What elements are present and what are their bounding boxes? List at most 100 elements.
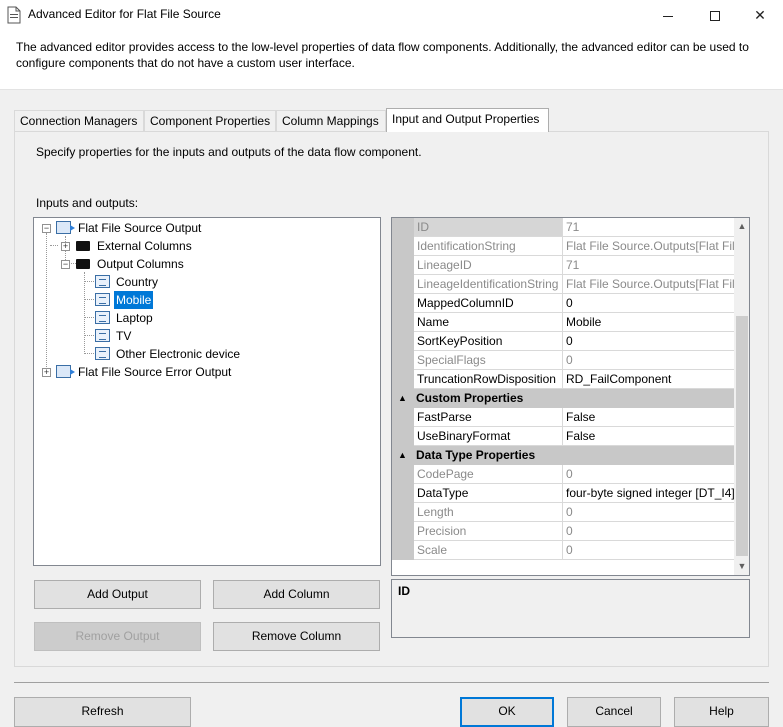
folder-icon xyxy=(76,259,90,269)
inputs-outputs-tree[interactable]: − Flat File Source Output + External Col… xyxy=(33,217,381,566)
tree-node-external-columns[interactable]: External Columns xyxy=(76,237,236,255)
collapse-icon[interactable]: ▲ xyxy=(398,389,407,408)
expander-flat-file-source-output[interactable]: − xyxy=(42,224,51,233)
property-row-length[interactable]: Length 0 xyxy=(392,503,734,522)
property-value[interactable]: 0 xyxy=(563,351,734,370)
property-name: IdentificationString xyxy=(414,237,563,256)
tab-component-properties[interactable]: Component Properties xyxy=(144,110,276,131)
property-name: LineageIdentificationString xyxy=(414,275,563,294)
property-value[interactable]: 0 xyxy=(563,465,734,484)
editor-description: The advanced editor provides access to t… xyxy=(16,40,749,70)
category-custom-properties[interactable]: ▲ Custom Properties xyxy=(392,389,734,408)
property-row-lineage-identification-string[interactable]: LineageIdentificationString Flat File So… xyxy=(392,275,734,294)
property-row-use-binary-format[interactable]: UseBinaryFormat False xyxy=(392,427,734,446)
tree-node-column-laptop[interactable]: Laptop xyxy=(95,309,245,327)
category-label: Data Type Properties xyxy=(416,448,536,462)
title-bar: Advanced Editor for Flat File Source ✕ xyxy=(0,0,783,30)
tree-node-label: Mobile xyxy=(114,291,154,309)
property-row-fast-parse[interactable]: FastParse False xyxy=(392,408,734,427)
property-value[interactable]: Flat File Source.Outputs[Flat File xyxy=(563,275,734,294)
property-value[interactable]: 0 xyxy=(563,541,734,560)
scrollbar-thumb[interactable] xyxy=(736,316,748,556)
tree-node-label: Other Electronic device xyxy=(116,347,241,361)
refresh-button[interactable]: Refresh xyxy=(14,697,191,727)
tree-node-label: Flat File Source Error Output xyxy=(78,365,232,379)
property-row-data-type[interactable]: DataType four-byte signed integer [DT_I4… xyxy=(392,484,734,503)
property-value[interactable]: 71 xyxy=(563,218,734,237)
collapse-icon[interactable]: ▲ xyxy=(398,446,407,465)
property-value[interactable]: 71 xyxy=(563,256,734,275)
property-name: Length xyxy=(414,503,563,522)
tree-node-column-other-electronic-device[interactable]: Other Electronic device xyxy=(95,345,295,363)
property-value[interactable]: False xyxy=(563,427,734,446)
scroll-up-icon[interactable]: ▲ xyxy=(734,218,749,235)
column-icon xyxy=(95,293,110,306)
tree-node-column-tv[interactable]: TV xyxy=(95,327,245,345)
close-icon: ✕ xyxy=(754,7,766,23)
tree-node-column-mobile[interactable]: Mobile xyxy=(95,291,245,309)
expander-external-columns[interactable]: + xyxy=(61,242,70,251)
property-value[interactable]: four-byte signed integer [DT_I4] xyxy=(563,484,734,503)
property-row-name[interactable]: Name Mobile xyxy=(392,313,734,332)
folder-icon xyxy=(76,241,90,251)
expander-flat-file-source-error-output[interactable]: + xyxy=(42,368,51,377)
property-name: FastParse xyxy=(414,408,563,427)
window-title: Advanced Editor for Flat File Source xyxy=(28,7,221,21)
close-button[interactable]: ✕ xyxy=(737,0,783,30)
tree-node-flat-file-source-output[interactable]: Flat File Source Output xyxy=(56,219,256,237)
tree-node-column-country[interactable]: Country xyxy=(95,273,245,291)
property-row-scale[interactable]: Scale 0 xyxy=(392,541,734,560)
remove-output-button[interactable]: Remove Output xyxy=(34,622,201,651)
property-row-truncation-row-disposition[interactable]: TruncationRowDisposition RD_FailComponen… xyxy=(392,370,734,389)
column-icon xyxy=(95,329,110,342)
tree-node-output-columns[interactable]: Output Columns xyxy=(76,255,236,273)
output-icon xyxy=(56,365,75,378)
maximize-button[interactable] xyxy=(692,0,738,30)
property-row-id[interactable]: ID 71 xyxy=(392,218,734,237)
scroll-down-icon[interactable]: ▼ xyxy=(734,558,749,575)
property-row-lineage-id[interactable]: LineageID 71 xyxy=(392,256,734,275)
property-value[interactable]: 0 xyxy=(563,332,734,351)
ok-button[interactable]: OK xyxy=(460,697,554,727)
property-row-sort-key-position[interactable]: SortKeyPosition 0 xyxy=(392,332,734,351)
output-icon xyxy=(56,221,75,234)
app-icon xyxy=(7,6,21,24)
category-data-type-properties[interactable]: ▲ Data Type Properties xyxy=(392,446,734,465)
minimize-button[interactable] xyxy=(645,0,691,30)
property-value[interactable]: 0 xyxy=(563,503,734,522)
property-name: UseBinaryFormat xyxy=(414,427,563,446)
property-name: ID xyxy=(414,218,563,237)
property-row-special-flags[interactable]: SpecialFlags 0 xyxy=(392,351,734,370)
property-grid-scrollbar[interactable]: ▲ ▼ xyxy=(734,218,749,575)
property-name: LineageID xyxy=(414,256,563,275)
help-button[interactable]: Help xyxy=(674,697,769,727)
add-output-button[interactable]: Add Output xyxy=(34,580,201,609)
property-value[interactable]: 0 xyxy=(563,294,734,313)
tree-node-label: Flat File Source Output xyxy=(78,221,202,235)
add-column-button[interactable]: Add Column xyxy=(213,580,380,609)
property-row-identification-string[interactable]: IdentificationString Flat File Source.Ou… xyxy=(392,237,734,256)
property-value[interactable]: 0 xyxy=(563,522,734,541)
property-row-code-page[interactable]: CodePage 0 xyxy=(392,465,734,484)
property-value[interactable]: Mobile xyxy=(563,313,734,332)
editor-header: The advanced editor provides access to t… xyxy=(0,30,783,90)
property-grid[interactable]: ID 71 IdentificationString Flat File Sou… xyxy=(391,217,750,576)
tree-node-label: External Columns xyxy=(97,239,192,253)
property-row-precision[interactable]: Precision 0 xyxy=(392,522,734,541)
expander-output-columns[interactable]: − xyxy=(61,260,70,269)
remove-column-button[interactable]: Remove Column xyxy=(213,622,380,651)
property-value[interactable]: Flat File Source.Outputs[Flat File xyxy=(563,237,734,256)
footer-separator xyxy=(14,682,769,683)
column-icon xyxy=(95,275,110,288)
tree-node-flat-file-source-error-output[interactable]: Flat File Source Error Output xyxy=(56,363,296,381)
tab-column-mappings[interactable]: Column Mappings xyxy=(276,110,386,131)
property-row-mapped-column-id[interactable]: MappedColumnID 0 xyxy=(392,294,734,313)
category-label: Custom Properties xyxy=(416,391,524,405)
column-icon xyxy=(95,347,110,360)
tab-connection-managers[interactable]: Connection Managers xyxy=(14,110,144,131)
panel-description: Specify properties for the inputs and ou… xyxy=(36,145,422,159)
property-value[interactable]: False xyxy=(563,408,734,427)
tab-input-output-properties[interactable]: Input and Output Properties xyxy=(386,108,549,132)
property-value[interactable]: RD_FailComponent xyxy=(563,370,734,389)
cancel-button[interactable]: Cancel xyxy=(567,697,661,727)
